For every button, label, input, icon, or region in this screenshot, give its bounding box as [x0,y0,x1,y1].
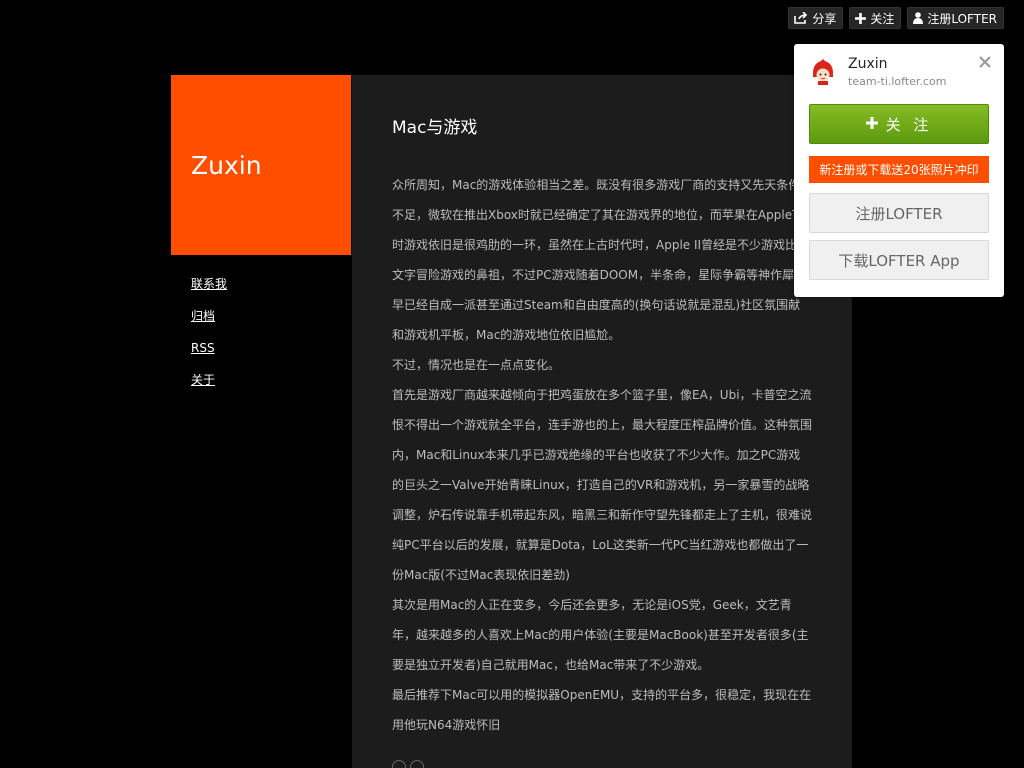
nav-link-archive[interactable]: 归档 [191,308,227,325]
nav-link-rss[interactable]: RSS [191,340,227,357]
panel-register-button[interactable]: 注册LOFTER [809,193,989,233]
share-icon [794,12,808,24]
post-article: Mac与游戏 众所周知，Mac的游戏体验相当之差。既没有很多游戏厂商的支持又先天… [352,75,852,768]
follow-panel: Zuxin team-ti.lofter.com 关 注 新注册或下载送20张照… [794,44,1004,297]
promo-banner[interactable]: 新注册或下载送20张照片冲印 [809,156,989,183]
post-title[interactable]: Mac与游戏 [392,113,812,138]
register-button[interactable]: 注册LOFTER [907,7,1004,29]
post-paragraph: 首先是游戏厂商越来越倾向于把鸡蛋放在多个篮子里，像EA，Ubi，卡普空之流恨不得… [392,388,813,582]
close-icon[interactable] [978,54,992,68]
sidebar-nav: 联系我 归档 RSS 关于 [191,276,227,404]
post-paragraph: 不过，情况也是在一点点变化。 [392,358,561,372]
panel-download-app-button[interactable]: 下载LOFTER App [809,240,989,280]
panel-blog-name[interactable]: Zuxin [848,56,888,72]
follow-button[interactable]: 关注 [849,7,902,29]
nav-link-contact[interactable]: 联系我 [191,276,227,293]
post-footer-icons [392,760,424,768]
avatar[interactable] [810,59,836,85]
share-label: 分享 [812,11,837,26]
follow-label: 关注 [870,11,895,26]
panel-follow-button[interactable]: 关 注 [809,104,989,144]
blog-brand-block: Zuxin [171,75,351,255]
comment-icon[interactable] [410,760,424,768]
panel-blog-url[interactable]: team-ti.lofter.com [848,75,946,88]
plus-icon [855,12,867,24]
post-paragraph: 其次是用Mac的人正在变多，今后还会更多，无论是iOS党，Geek，文艺青年，越… [392,598,809,672]
top-toolbar: 分享 关注 注册LOFTER [788,7,1004,29]
blog-title[interactable]: Zuxin [191,151,262,180]
plus-icon [865,115,878,133]
panel-follow-label: 关 注 [885,115,933,134]
post-body: 众所周知，Mac的游戏体验相当之差。既没有很多游戏厂商的支持又先天条件不足，微软… [392,170,812,740]
user-icon [913,12,924,24]
share-button[interactable]: 分享 [788,7,844,29]
hot-icon[interactable] [392,760,406,768]
post-paragraph: 最后推荐下Mac可以用的模拟器OpenEMU，支持的平台多，很稳定，我现在在用他… [392,688,812,732]
post-paragraph: 众所周知，Mac的游戏体验相当之差。既没有很多游戏厂商的支持又先天条件不足，微软… [392,178,810,342]
nav-link-about[interactable]: 关于 [191,372,227,389]
register-label: 注册LOFTER [927,11,997,26]
